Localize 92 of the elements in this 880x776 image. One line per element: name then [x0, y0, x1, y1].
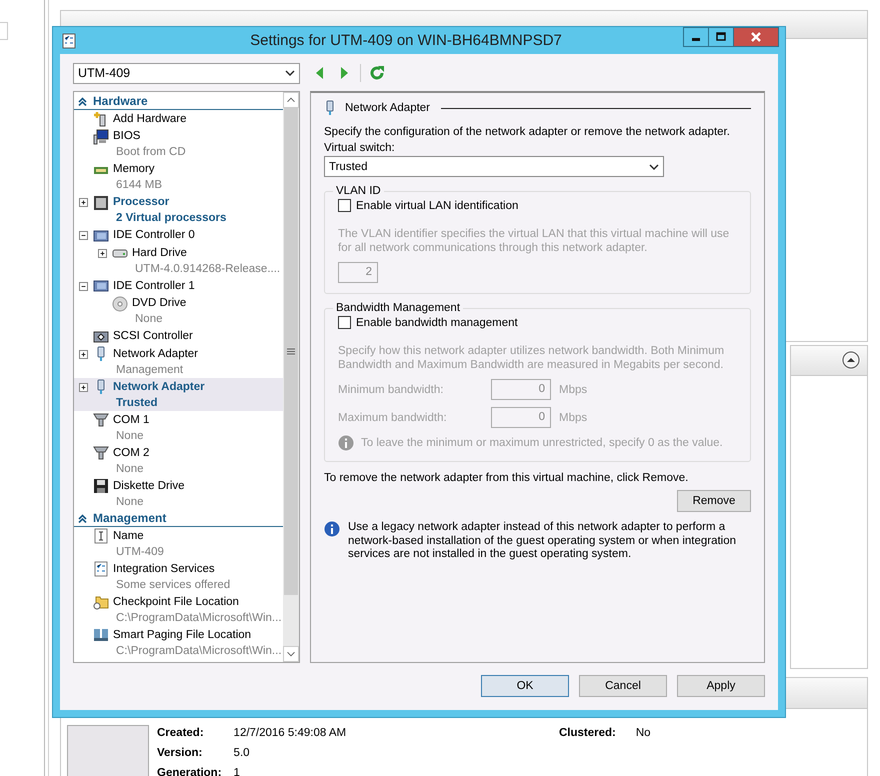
group-title: VLAN ID	[335, 185, 382, 197]
detail-value: 12/7/2016 5:49:08 AM	[234, 726, 346, 741]
tree-item[interactable]: Checkpoint File Location C:\ProgramData\Microsoft\Win...	[74, 593, 283, 626]
tree-item[interactable]: Hard Drive UTM-4.0.914268-Release....	[93, 244, 283, 277]
collapse-icon[interactable]	[79, 282, 88, 290]
scrollbar[interactable]	[283, 92, 299, 662]
text-cursor-icon	[93, 528, 109, 544]
monitor-icon	[93, 128, 109, 144]
collapse-icon[interactable]	[842, 351, 860, 369]
dialog-button[interactable]: Apply	[677, 675, 765, 697]
tree-item[interactable]: Add Hardware	[74, 110, 283, 128]
expand-icon[interactable]	[98, 248, 107, 258]
tree-item[interactable]: Integration Services Some services offered	[74, 560, 283, 593]
field-label: Virtual switch:	[324, 142, 396, 154]
network-plug-icon	[324, 100, 336, 116]
maximize-icon	[716, 32, 726, 42]
minimize-button[interactable]	[683, 27, 709, 47]
unit-label: Mbps	[559, 412, 588, 424]
tree-item[interactable]: Name UTM-409	[74, 527, 283, 560]
checklist-icon	[93, 561, 109, 577]
section-title: Hardware	[93, 94, 148, 108]
maximize-button[interactable]	[708, 27, 734, 47]
virtual-switch-dropdown[interactable]: Trusted	[324, 156, 664, 177]
checkbox[interactable]	[338, 199, 351, 212]
hint-text: To leave the minimum or maximum unrestricted, specify 0 as the value.	[361, 437, 723, 449]
disc-icon	[112, 296, 128, 312]
panel-heading: Network Adapter	[345, 102, 430, 114]
tree-item[interactable]: Network Adapter Management	[74, 345, 283, 378]
description-text: Specify the configuration of the network adapter or remove the network adapter.	[324, 126, 731, 138]
tree-item[interactable]: SCSI Controller	[74, 328, 283, 345]
tree-item[interactable]: Diskette Drive None	[74, 477, 283, 510]
detail-label: Created:	[157, 726, 205, 741]
unit-label: Mbps	[559, 384, 588, 396]
collapse-chevron-icon[interactable]	[78, 96, 87, 106]
legacy-note: Use a legacy network adapter instead of this network adapter to perform a network-based installation of the guest operating system or when integration services are not installed in the guest operating system.	[348, 521, 738, 562]
group-title: Bandwidth Management	[335, 302, 462, 314]
expand-icon[interactable]	[79, 198, 88, 207]
vm-dropdown[interactable]: UTM-409	[73, 62, 300, 84]
controller-icon	[93, 278, 109, 294]
tree-item[interactable]: DVD Drive None	[93, 294, 283, 328]
collapse-chevron-icon[interactable]	[78, 514, 87, 522]
checkbox-label: Enable bandwidth management	[356, 316, 518, 328]
caret-icon	[285, 70, 295, 76]
dialog-button[interactable]: OK	[481, 675, 569, 697]
chip-icon	[93, 194, 109, 210]
tree-item[interactable]: Memory 6144 MB	[74, 160, 283, 194]
floppy-icon	[93, 478, 109, 494]
remove-text: To remove the network adapter from this virtual machine, click Remove.	[324, 472, 690, 484]
grip-icon	[287, 348, 295, 355]
scroll-down-icon[interactable]	[283, 646, 299, 662]
help-text: The VLAN identifier specifies the virtual LAN that this virtual machine will use for all network communications through this network adapter.	[338, 227, 730, 255]
tree-item[interactable]: Network Adapter Trusted	[74, 378, 283, 411]
checklist-icon	[61, 32, 77, 48]
serial-port-icon	[93, 412, 109, 428]
scroll-up-icon[interactable]	[283, 92, 299, 108]
dialog-button[interactable]: Cancel	[579, 675, 667, 697]
paging-icon	[93, 627, 109, 643]
close-icon	[750, 32, 762, 42]
tree-item[interactable]: COM 1 None	[74, 411, 283, 444]
collapse-icon[interactable]	[79, 231, 88, 240]
field-label: Maximum bandwidth:	[338, 412, 448, 424]
controller-icon	[93, 228, 109, 244]
checkbox[interactable]	[338, 316, 351, 329]
checkbox-label: Enable virtual LAN identification	[356, 200, 518, 212]
field-label: Minimum bandwidth:	[338, 384, 444, 396]
tree-item[interactable]: IDE Controller 1	[74, 277, 283, 294]
refresh-icon[interactable]	[369, 65, 385, 81]
close-button[interactable]	[733, 27, 779, 47]
section-title: Management	[93, 511, 166, 525]
detail-label: Version:	[157, 746, 204, 761]
detail-label: Generation:	[157, 766, 222, 776]
serial-port-icon	[93, 445, 109, 461]
detail-value: 1	[234, 766, 241, 776]
folder-icon	[93, 594, 109, 610]
caret-icon	[649, 164, 659, 170]
tree-item[interactable]: Processor 2 Virtual processors	[74, 194, 283, 226]
tree-item[interactable]: Smart Paging File Location C:\ProgramData\Microsoft\Win...	[74, 626, 283, 659]
remove-button[interactable]: Remove	[677, 490, 751, 512]
scsi-icon	[93, 328, 109, 344]
info-icon	[324, 521, 340, 537]
info-icon	[338, 435, 354, 451]
expand-icon[interactable]	[79, 350, 88, 358]
detail-value: No	[636, 726, 651, 741]
expand-icon[interactable]	[79, 382, 88, 392]
window-title: Settings for UTM-409 on WIN-BH64BMNPSD7	[250, 32, 562, 49]
tree-item[interactable]: IDE Controller 0	[74, 226, 283, 244]
help-text: Specify how this network adapter utilizes network bandwidth. Both Minimum Bandwidth and Maximum Bandwidth are measured in Megabits per second.	[338, 344, 726, 372]
detail-label: Clustered:	[559, 726, 616, 741]
detail-value: 5.0	[234, 746, 251, 761]
panel-edge	[0, 22, 8, 40]
tree-item[interactable]: BIOS Boot from CD	[74, 128, 283, 160]
tree-item[interactable]: COM 2 None	[74, 444, 283, 477]
